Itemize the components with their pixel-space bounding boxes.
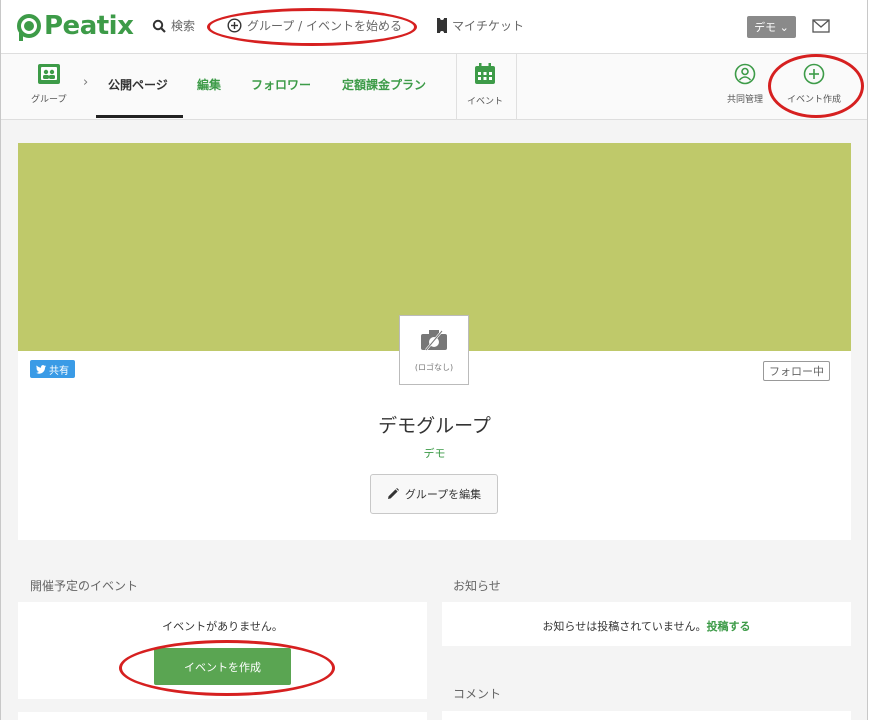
top-navigation: Peatix 検索 グループ / イベントを始める マイチケット デモ ⌄ — [1, 0, 867, 54]
plus-circle-icon — [227, 18, 242, 33]
group-home-button[interactable]: グループ — [31, 63, 66, 105]
news-section-title: お知らせ — [453, 579, 501, 593]
create-event-nav-button[interactable]: イベント作成 — [787, 63, 841, 105]
co-manage-label: 共同管理 — [727, 95, 764, 105]
events-section-title: 開催予定のイベント — [30, 579, 139, 593]
tab-subscription-plan[interactable]: 定額課金プラン — [342, 76, 426, 93]
no-news-text: お知らせは投稿されていません。 — [542, 620, 707, 633]
person-circle-icon — [734, 63, 756, 88]
start-group-event-link[interactable]: グループ / イベントを始める — [227, 17, 402, 34]
events-button[interactable]: イベント — [467, 63, 503, 107]
create-event-nav-label: イベント作成 — [787, 95, 842, 105]
tab-followers[interactable]: フォロワー — [251, 76, 311, 93]
share-label: 共有 — [49, 365, 69, 377]
tickets-label: マイチケット — [452, 19, 525, 33]
group-icon-label: グループ — [31, 95, 67, 105]
edit-group-button[interactable]: グループを編集 — [370, 474, 498, 514]
search-link[interactable]: 検索 — [152, 17, 195, 34]
post-news-link[interactable]: 投稿する — [707, 620, 751, 633]
group-card: 共有 (ロゴなし) フォロー中 デモグループ デモ グループを編集 — [18, 143, 851, 540]
calendar-icon — [474, 63, 496, 88]
edit-group-label: グループを編集 — [404, 488, 482, 501]
news-panel: お知らせは投稿されていません。投稿する — [442, 602, 851, 646]
user-menu-button[interactable]: デモ ⌄ — [747, 16, 796, 38]
my-tickets-link[interactable]: マイチケット — [437, 17, 524, 34]
group-name: デモグループ — [378, 415, 491, 437]
search-icon — [152, 19, 166, 33]
pencil-icon — [387, 488, 399, 500]
tab-public-page[interactable]: 公開ページ — [108, 76, 168, 93]
start-label: グループ / イベントを始める — [247, 19, 402, 33]
events-icon-label: イベント — [467, 97, 504, 107]
comments-section-title: コメント — [453, 687, 502, 701]
logo-text: Peatix — [44, 11, 134, 41]
active-tab-indicator — [96, 115, 183, 118]
group-owner-link[interactable]: デモ — [18, 445, 851, 461]
events-panel-next — [18, 712, 427, 720]
tab-edit[interactable]: 編集 — [197, 76, 221, 93]
comments-panel — [442, 711, 851, 720]
search-label: 検索 — [171, 19, 196, 33]
group-icon — [37, 63, 61, 88]
no-logo-label: (ロゴなし) — [414, 362, 454, 372]
twitter-share-button[interactable]: 共有 — [30, 360, 75, 378]
co-manage-button[interactable]: 共同管理 — [727, 63, 763, 105]
divider — [456, 54, 457, 120]
ticket-icon — [437, 18, 447, 33]
mail-icon[interactable] — [812, 18, 830, 37]
create-event-button[interactable]: イベントを作成 — [154, 648, 291, 685]
peatix-logo[interactable]: Peatix — [17, 9, 134, 43]
news-empty-line: お知らせは投稿されていません。投稿する — [442, 618, 851, 634]
group-sub-navigation: グループ › 公開ページ 編集 フォロワー 定額課金プラン イベント 共同管理 … — [1, 54, 867, 120]
events-panel: イベントがありません。 イベントを作成 — [18, 602, 427, 699]
no-camera-icon — [419, 328, 449, 356]
page-frame: Peatix 検索 グループ / イベントを始める マイチケット デモ ⌄ グル… — [0, 0, 868, 720]
chevron-right-icon: › — [83, 75, 89, 90]
divider — [516, 54, 517, 120]
peatix-logo-icon — [17, 14, 41, 41]
no-events-text: イベントがありません。 — [162, 620, 283, 633]
group-logo-placeholder: (ロゴなし) — [399, 315, 469, 385]
follow-button[interactable]: フォロー中 — [763, 361, 830, 381]
plus-circle-icon — [803, 63, 825, 88]
twitter-icon — [36, 364, 46, 374]
